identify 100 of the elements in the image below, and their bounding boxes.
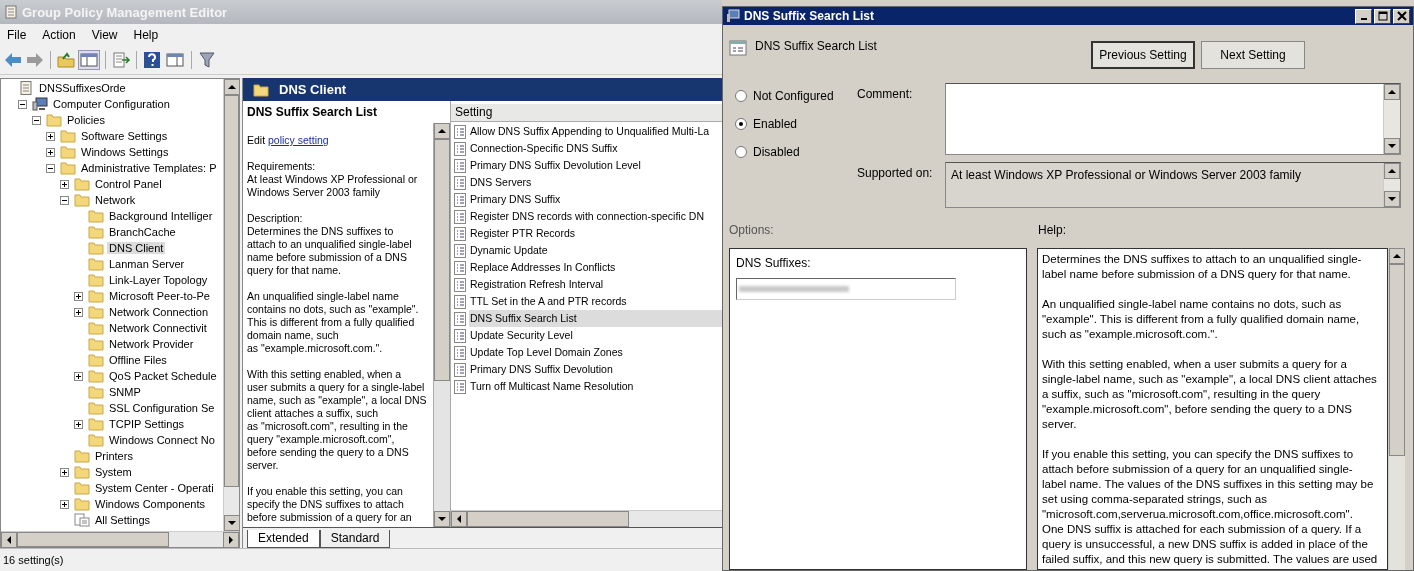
view-tab[interactable]: Standard [319, 530, 391, 548]
menu-item[interactable]: File [2, 28, 32, 42]
status-text: 16 setting(s) [3, 554, 64, 566]
tree-item[interactable]: Windows Connect No [107, 434, 217, 446]
setting-row[interactable]: Turn off Multicast Name Resolution [469, 378, 722, 395]
tree-item[interactable]: Network Connectivit [107, 322, 209, 334]
expander-icon[interactable] [60, 467, 72, 477]
dns-suffixes-field[interactable] [736, 278, 956, 300]
menu-item[interactable]: View [86, 28, 123, 42]
tree-item[interactable]: BranchCache [107, 226, 178, 238]
comment-field[interactable] [945, 83, 1401, 155]
folder-icon [88, 257, 104, 271]
tree-item[interactable]: TCPIP Settings [107, 418, 186, 430]
tree-item[interactable]: SNMP [107, 386, 143, 398]
tree-item[interactable]: System Center - Operati [93, 482, 216, 494]
tree-item[interactable]: Network Connection [107, 306, 211, 318]
setting-row[interactable]: Dynamic Update [469, 242, 722, 259]
tree-item[interactable]: Background Intelliger [107, 210, 215, 222]
description-paragraph: If you enable this setting, you can specify the DNS suffixes to attach before submission of a query for an [247, 485, 413, 524]
help-paragraph: If you enable this setting, you can specify the DNS suffixes to attach before submission of a query for an unqualified single- label name. The values of the DNS suffixes in this setting may be set using comma-separated strings, such as "microsoft.com,serverua.microsoft.com,office.microsoft.com". One DNS suffix is attached for each submission of a query. If a query is unsuccessful, a new DNS suffix is added in place of the failed suffix, and this new query is submitted. The values are used [1042, 447, 1379, 567]
scrollbar[interactable] [223, 79, 239, 531]
setting-row[interactable]: Registration Refresh Interval [469, 276, 722, 293]
expander-icon[interactable] [32, 115, 44, 125]
setting-row[interactable]: Primary DNS Suffix Devolution [469, 361, 722, 378]
tree-item[interactable]: Windows Components [93, 498, 208, 510]
expander-icon[interactable] [46, 163, 58, 173]
scrollbar[interactable] [1388, 248, 1405, 570]
setting-nav-button[interactable]: Next Setting [1201, 41, 1305, 69]
expander-icon[interactable] [18, 99, 30, 109]
setting-row[interactable]: TTL Set in the A and PTR records [469, 293, 722, 310]
tree-item[interactable]: Software Settings [79, 130, 170, 142]
menu-item[interactable]: Action [37, 28, 81, 42]
setting-row[interactable]: DNS Servers [469, 174, 722, 191]
setting-row[interactable]: Replace Addresses In Conflicts [469, 259, 722, 276]
panel-icon[interactable] [79, 51, 99, 69]
setting-row[interactable]: Primary DNS Suffix Devolution Level [469, 157, 722, 174]
expander-icon[interactable] [74, 291, 86, 301]
tree-item[interactable]: Printers [93, 450, 135, 462]
tree-item[interactable]: DNS Client [107, 242, 166, 254]
folder-icon [74, 177, 90, 191]
options-label: Options: [729, 223, 775, 237]
tree-item[interactable]: Administrative Templates: P [79, 162, 219, 174]
setting-icon [453, 379, 467, 394]
policy-setting-link[interactable]: policy setting [268, 134, 329, 146]
tree-item[interactable]: Offline Files [107, 354, 169, 366]
tree-item[interactable]: System [93, 466, 134, 478]
tree-item[interactable]: Windows Settings [79, 146, 171, 158]
radio-label[interactable]: Disabled [753, 145, 800, 159]
column-header[interactable]: Setting [451, 104, 722, 122]
expander-icon[interactable] [74, 371, 86, 381]
scrollbar[interactable] [1, 531, 239, 547]
tree-item[interactable]: Policies [65, 114, 107, 126]
radio-label[interactable]: Not Configured [753, 89, 834, 103]
tree-item[interactable]: Computer Configuration [51, 98, 172, 110]
expander-icon[interactable] [46, 131, 58, 141]
tree-item[interactable]: SSL Configuration Se [107, 402, 217, 414]
view-tab[interactable]: Extended [247, 530, 320, 548]
help-icon[interactable] [143, 51, 161, 69]
menu-item[interactable]: Help [128, 28, 164, 42]
setting-row[interactable]: DNS Suffix Search List [469, 310, 722, 327]
export-list-icon[interactable] [112, 52, 130, 68]
radio-button[interactable] [735, 90, 747, 102]
back-icon[interactable] [4, 52, 22, 68]
expander-icon[interactable] [60, 499, 72, 509]
tree-item[interactable]: Lanman Server [107, 258, 187, 270]
help-paragraph: Determines the DNS suffixes to attach to an unqualified single- label name before submission of a DNS query for that name. [1042, 252, 1363, 282]
setting-row[interactable]: Register PTR Records [469, 225, 722, 242]
panel-icon[interactable] [165, 51, 185, 69]
tree-item[interactable]: QoS Packet Schedule [107, 370, 219, 382]
tree-item[interactable]: Microsoft Peer-to-Pe [107, 290, 212, 302]
radio-button[interactable] [735, 146, 747, 158]
setting-row[interactable]: Primary DNS Suffix [469, 191, 722, 208]
setting-row[interactable]: Update Top Level Domain Zones [469, 344, 722, 361]
setting-icon [453, 175, 467, 190]
folder-up-icon[interactable] [57, 52, 75, 68]
setting-nav-button[interactable]: Previous Setting [1091, 41, 1195, 69]
filter-icon[interactable] [198, 51, 216, 69]
radio-button[interactable] [735, 118, 747, 130]
radio-label[interactable]: Enabled [753, 117, 798, 131]
setting-row[interactable]: Register DNS records with connection-specific DN [469, 208, 722, 225]
tree-item[interactable]: Network [93, 194, 138, 206]
scrollbar[interactable] [451, 510, 722, 527]
expander-icon[interactable] [60, 195, 72, 205]
tree-item[interactable]: Link-Layer Topology [107, 274, 210, 286]
setting-row[interactable]: Allow DNS Suffix Appending to Unqualified Multi-La [469, 123, 722, 140]
folder-icon [88, 273, 104, 287]
folder-icon [74, 193, 90, 207]
setting-row[interactable]: Connection-Specific DNS Suffix [469, 140, 722, 157]
expander-icon[interactable] [46, 147, 58, 157]
tree-item[interactable]: DNSSuffixesOrde [37, 82, 128, 94]
setting-icon [453, 243, 467, 258]
scrollbar[interactable] [433, 123, 450, 527]
expander-icon[interactable] [74, 419, 86, 429]
tree-item[interactable]: Control Panel [93, 178, 164, 190]
setting-row[interactable]: Update Security Level [469, 327, 722, 344]
tree-item[interactable]: All Settings [93, 514, 153, 526]
expander-icon[interactable] [60, 179, 72, 189]
folder-icon [88, 385, 104, 399]
tree-item[interactable]: Network Provider [107, 338, 196, 350]
expander-icon[interactable] [74, 307, 86, 317]
